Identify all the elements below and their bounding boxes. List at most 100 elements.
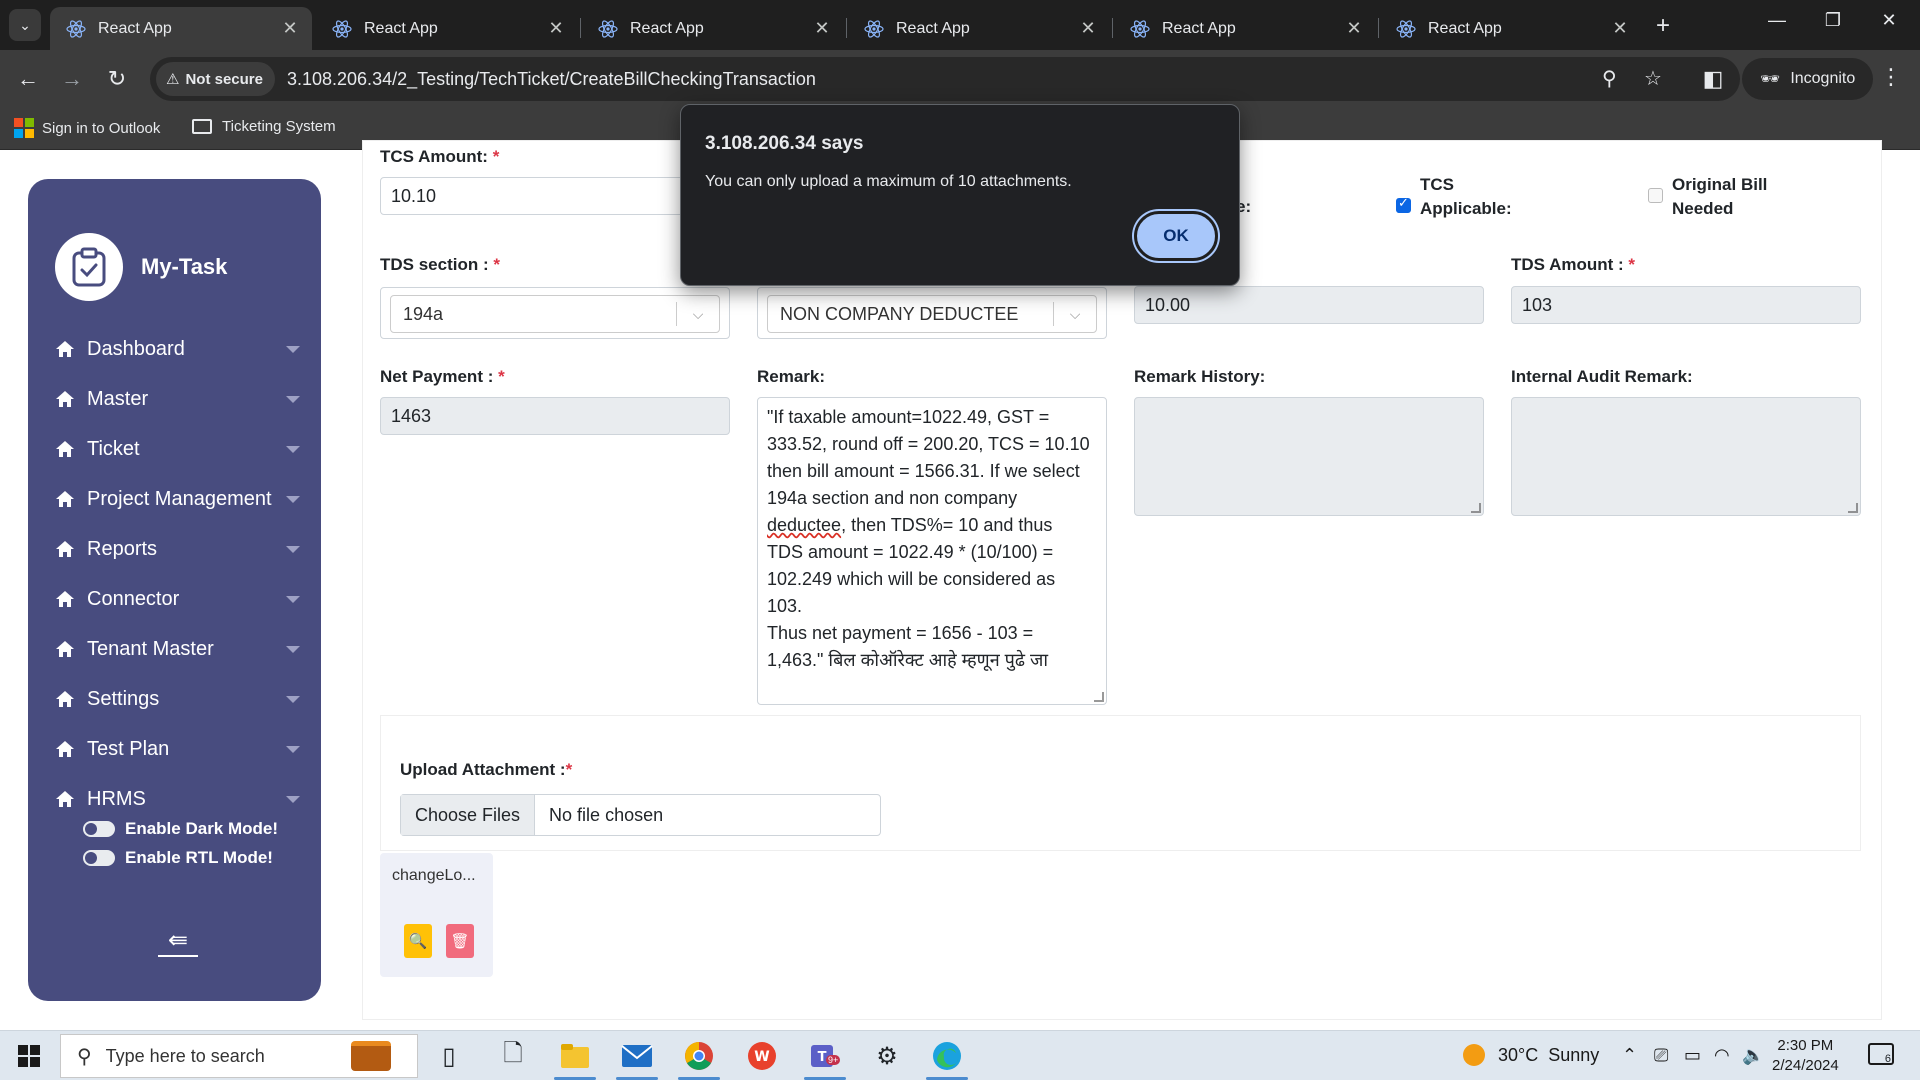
dialog-ok-button[interactable]: OK xyxy=(1134,211,1218,261)
windows-start-icon[interactable] xyxy=(18,1045,40,1067)
collapse-sidebar-icon[interactable]: ⇚ xyxy=(158,929,198,957)
sidebar-item-project-management[interactable]: Project Management xyxy=(55,474,300,524)
sidebar-item-ticket[interactable]: Ticket xyxy=(55,424,300,474)
brand[interactable]: My-Task xyxy=(55,233,227,301)
sidebar-item-connector[interactable]: Connector xyxy=(55,574,300,624)
settings-gear-icon[interactable]: ⚙ xyxy=(870,1039,904,1073)
resize-handle[interactable] xyxy=(1471,503,1481,513)
bookmark-ticketing[interactable]: Ticketing System xyxy=(192,118,336,135)
sidebar-item-label: Master xyxy=(87,387,149,410)
teams-icon[interactable]: T 9+ xyxy=(808,1039,842,1073)
minimize-icon[interactable]: — xyxy=(1762,10,1792,31)
view-attachment-button[interactable]: 🔍 xyxy=(404,924,432,958)
deductee-select[interactable]: NON COMPANY DEDUCTEE ⌵ xyxy=(757,287,1107,339)
home-icon xyxy=(56,491,74,507)
sidebar-item-dashboard[interactable]: Dashboard xyxy=(55,324,300,374)
close-tab-icon[interactable]: ✕ xyxy=(546,18,566,39)
notification-center-icon[interactable]: 6 xyxy=(1868,1043,1894,1065)
chevron-up-icon[interactable]: ⌃ xyxy=(1622,1045,1637,1066)
zoom-icon[interactable]: ⚲ xyxy=(1602,66,1617,91)
sidebar-item-label: Reports xyxy=(87,537,158,560)
volume-icon[interactable]: 🔈 xyxy=(1742,1045,1764,1066)
taskbar-search[interactable]: ⚲ Type here to search xyxy=(60,1034,418,1078)
sidebar-item-test-plan[interactable]: Test Plan xyxy=(55,724,300,774)
browser-tab[interactable]: React App ✕ xyxy=(1380,7,1642,50)
remark-history-textarea[interactable] xyxy=(1134,397,1484,516)
wps-office-icon[interactable]: W xyxy=(745,1039,779,1073)
browser-tab[interactable]: React App ✕ xyxy=(50,7,312,50)
chrome-icon[interactable] xyxy=(682,1039,716,1073)
url-text[interactable]: 3.108.206.34/2_Testing/TechTicket/Create… xyxy=(287,69,816,90)
file-input[interactable]: Choose Files No file chosen xyxy=(400,794,881,836)
sidebar-item-reports[interactable]: Reports xyxy=(55,524,300,574)
edge-icon[interactable] xyxy=(930,1039,964,1073)
close-tab-icon[interactable]: ✕ xyxy=(1344,18,1364,39)
weather-sun-icon[interactable] xyxy=(1462,1043,1486,1072)
camera-icon[interactable]: ⎚ xyxy=(1654,1045,1668,1066)
browser-tab[interactable]: React App ✕ xyxy=(316,7,578,50)
chevron-down-icon[interactable]: ⌵ xyxy=(677,306,719,323)
mail-icon[interactable] xyxy=(620,1039,654,1073)
close-tab-icon[interactable]: ✕ xyxy=(812,18,832,39)
browser-tab-bar: ⌄ React App ✕ React App ✕ React App ✕ Re… xyxy=(0,0,1920,50)
reload-icon[interactable]: ↻ xyxy=(101,63,133,95)
bookmark-outlook[interactable]: Sign in to Outlook xyxy=(14,118,160,138)
weather-widget[interactable]: 30°C Sunny xyxy=(1498,1045,1599,1066)
tab-title: React App xyxy=(896,19,970,37)
browser-tab[interactable]: React App ✕ xyxy=(1114,7,1376,50)
file-explorer-icon[interactable] xyxy=(558,1039,592,1073)
incognito-chip[interactable]: 🕶 Incognito xyxy=(1742,58,1874,100)
caret-down-icon xyxy=(286,545,300,553)
tab-title: React App xyxy=(1162,19,1236,37)
rtl-mode-toggle[interactable]: Enable RTL Mode! xyxy=(83,848,273,868)
net-payment-label: Net Payment : * xyxy=(380,367,505,386)
sidebar-item-tenant-master[interactable]: Tenant Master xyxy=(55,624,300,674)
wifi-icon[interactable]: ◠ xyxy=(1714,1045,1730,1066)
sidebar-item-settings[interactable]: Settings xyxy=(55,674,300,724)
choose-files-button[interactable]: Choose Files xyxy=(401,795,536,835)
toggle-switch[interactable] xyxy=(83,821,115,837)
task-view-icon[interactable]: ▯ xyxy=(432,1039,466,1073)
tds-section-select[interactable]: 194a ⌵ xyxy=(380,287,730,339)
dark-mode-toggle[interactable]: Enable Dark Mode! xyxy=(83,819,278,839)
restore-icon[interactable]: ❐ xyxy=(1818,10,1848,31)
close-tab-icon[interactable]: ✕ xyxy=(1610,18,1630,39)
internal-audit-remark-textarea[interactable] xyxy=(1511,397,1861,516)
window-close-icon[interactable]: ✕ xyxy=(1874,10,1904,31)
original-bill-checkbox[interactable] xyxy=(1648,188,1663,203)
address-bar[interactable]: ⚠ Not secure 3.108.206.34/2_Testing/Tech… xyxy=(150,57,1740,101)
close-tab-icon[interactable]: ✕ xyxy=(280,18,300,39)
resize-handle[interactable] xyxy=(1094,692,1104,702)
battery-icon[interactable]: ▭ xyxy=(1684,1045,1701,1066)
browser-menu-icon[interactable]: ⋮ xyxy=(1880,64,1902,90)
notepad-icon[interactable]: 🗋 xyxy=(496,1039,530,1073)
new-tab-icon[interactable]: + xyxy=(1650,12,1676,40)
remark-textarea[interactable]: "If taxable amount=1022.49, GST = 333.52… xyxy=(757,397,1107,705)
side-panel-icon[interactable]: ◧ xyxy=(1697,63,1729,95)
tds-amount-input[interactable]: 103 xyxy=(1511,286,1861,324)
tds-section-dropdown[interactable]: 194a ⌵ xyxy=(390,295,720,333)
chevron-down-icon[interactable]: ⌵ xyxy=(1054,306,1096,323)
system-clock[interactable]: 2:30 PM 2/24/2024 xyxy=(1772,1036,1839,1076)
tcs-amount-input[interactable]: 10.10 xyxy=(380,177,730,215)
browser-tab[interactable]: React App ✕ xyxy=(582,7,844,50)
clipboard-check-icon xyxy=(55,233,123,301)
resize-handle[interactable] xyxy=(1848,503,1858,513)
net-payment-input[interactable]: 1463 xyxy=(380,397,730,435)
browser-tab[interactable]: React App ✕ xyxy=(848,7,1110,50)
security-chip[interactable]: ⚠ Not secure xyxy=(156,62,275,96)
tds-percent-input[interactable]: 10.00 xyxy=(1134,286,1484,324)
toggle-switch[interactable] xyxy=(83,850,115,866)
tcs-applicable-checkbox[interactable] xyxy=(1396,195,1411,213)
bookmark-star-icon[interactable]: ☆ xyxy=(1644,66,1662,91)
folder-icon xyxy=(192,119,212,134)
back-arrow-icon[interactable]: ← xyxy=(12,63,44,95)
close-tab-icon[interactable]: ✕ xyxy=(1078,18,1098,39)
sidebar-item-hrms[interactable]: HRMS xyxy=(55,774,300,824)
caret-down-icon xyxy=(286,795,300,803)
delete-attachment-button[interactable]: 🗑 xyxy=(446,924,474,958)
deductee-dropdown[interactable]: NON COMPANY DEDUCTEE ⌵ xyxy=(767,295,1097,333)
forward-arrow-icon[interactable]: → xyxy=(56,63,88,95)
tab-search-button[interactable]: ⌄ xyxy=(9,9,41,41)
sidebar-item-master[interactable]: Master xyxy=(55,374,300,424)
